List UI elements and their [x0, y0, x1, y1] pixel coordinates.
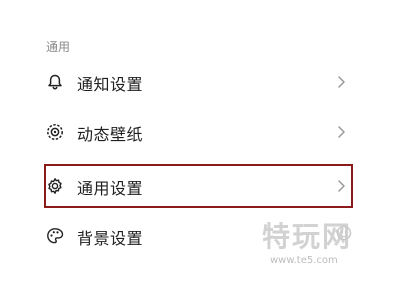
watermark: 特玩网 www.te5.com [262, 215, 357, 277]
settings-item-label: 动态壁纸 [77, 125, 144, 144]
dynamic-wallpaper-icon [46, 123, 64, 141]
section-header-general: 通用 [46, 40, 71, 54]
settings-item-dynamic-wallpaper[interactable]: 动态壁纸 [0, 112, 400, 152]
highlight-box [44, 164, 353, 208]
settings-screen: 通用 通知设置 动态壁纸 通用设置 背景设置 特玩网 www.te5.com [0, 0, 400, 299]
settings-item-notification[interactable]: 通知设置 [0, 62, 400, 102]
watermark-badge-icon [336, 225, 352, 241]
bell-icon [46, 73, 64, 91]
chevron-right-icon [336, 125, 346, 139]
watermark-url: www.te5.com [270, 255, 338, 266]
chevron-right-icon [336, 75, 346, 89]
settings-item-label: 背景设置 [77, 229, 144, 248]
settings-item-label: 通知设置 [77, 75, 144, 94]
palette-icon [46, 227, 64, 245]
